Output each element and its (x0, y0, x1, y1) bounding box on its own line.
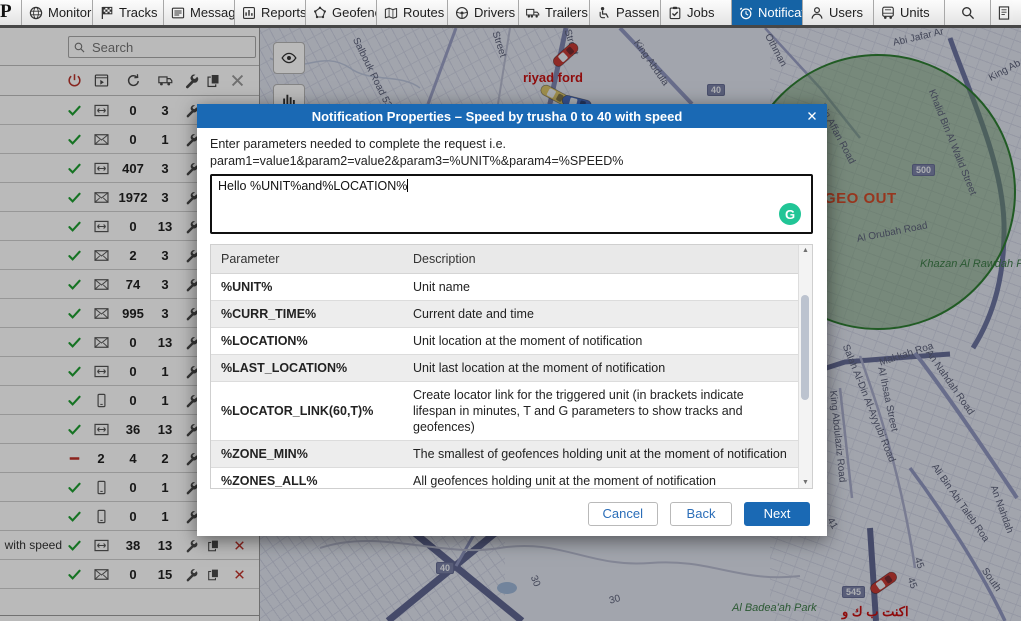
close-button[interactable] (797, 110, 827, 122)
scrollbar-thumb[interactable] (801, 295, 809, 400)
tab-label: Reports (261, 5, 306, 20)
parameter-row[interactable]: %UNIT%Unit name (211, 274, 799, 301)
parameters-table: Parameter Description %UNIT%Unit name%CU… (210, 244, 813, 489)
search-icon (960, 5, 976, 21)
tab-label: Geofences (332, 5, 377, 20)
textarea-value: Hello %UNIT%and%LOCATION% (218, 179, 407, 193)
tab-tracks[interactable]: Tracks (93, 0, 164, 25)
flag-icon (99, 5, 115, 21)
tab-label: Routes (403, 5, 444, 20)
tab-label: Monitor (48, 5, 91, 20)
parameter-description: Create locator link for the triggered un… (403, 382, 799, 441)
tab-users[interactable]: Users (803, 0, 874, 25)
tab-jobs[interactable]: Jobs (661, 0, 732, 25)
bus-icon (880, 5, 896, 21)
parameter-description: Current date and time (403, 301, 799, 328)
modal-title: Notification Properties – Speed by trush… (197, 109, 797, 124)
tab-notifications[interactable]: Notifications (732, 0, 803, 25)
document-icon (997, 5, 1013, 21)
scroll-down-icon[interactable]: ▼ (799, 479, 812, 486)
tab-drivers[interactable]: Drivers (448, 0, 519, 25)
parameter-row[interactable]: %LOCATOR_LINK(60,T)%Create locator link … (211, 382, 799, 441)
instructions-line-1: Enter parameters needed to complete the … (210, 136, 813, 153)
tab-label: Tracks (119, 5, 158, 20)
nav-tabs: Monitor Tracks Messages Reports Geofences Rou… (22, 0, 945, 25)
report-icon (241, 5, 257, 21)
tab-label: Messages (190, 5, 235, 20)
next-button[interactable]: Next (744, 502, 810, 526)
msg-icon (170, 5, 186, 21)
alarm-icon (738, 5, 754, 21)
trailer-icon (525, 5, 541, 21)
notification-properties-modal: Notification Properties – Speed by trush… (197, 104, 827, 536)
pass-icon (596, 5, 612, 21)
tab-reports[interactable]: Reports (235, 0, 306, 25)
parameter-name: %LAST_LOCATION% (211, 355, 403, 382)
parameter-row[interactable]: %ZONES_ALL%All geofences holding unit at… (211, 468, 799, 490)
tab-monitor[interactable]: Monitor (22, 0, 93, 25)
top-navbar: P Monitor Tracks Messages Reports Geofences R… (0, 0, 1021, 28)
parameter-name: %UNIT% (211, 274, 403, 301)
steer-icon (454, 5, 470, 21)
jobs-icon (667, 5, 683, 21)
route-icon (383, 5, 399, 21)
close-icon (806, 110, 818, 122)
parameter-description: Unit location at the moment of notificat… (403, 328, 799, 355)
parameter-name: %CURR_TIME% (211, 301, 403, 328)
tab-label: Users (829, 5, 863, 20)
tab-label: Jobs (687, 5, 714, 20)
tab-trailers[interactable]: Trailers (519, 0, 590, 25)
tab-label: Passengers (616, 5, 661, 20)
parameter-name: %LOCATOR_LINK(60,T)% (211, 382, 403, 441)
tab-label: Notifications (758, 5, 803, 20)
parameter-row[interactable]: %LAST_LOCATION%Unit last location at the… (211, 355, 799, 382)
parameter-name: %LOCATION% (211, 328, 403, 355)
tab-geofences[interactable]: Geofences (306, 0, 377, 25)
column-description: Description (403, 245, 799, 274)
parameter-description: All geofences holding unit at the moment… (403, 468, 799, 490)
tab-label: Units (900, 5, 930, 20)
modal-footer: Cancel Back Next (197, 491, 827, 536)
parameter-row[interactable]: %CURR_TIME%Current date and time (211, 301, 799, 328)
text-caret (407, 179, 408, 192)
modal-body: Enter parameters needed to complete the … (197, 128, 827, 491)
tab-label: Trailers (545, 5, 588, 20)
modal-header: Notification Properties – Speed by trush… (197, 104, 827, 128)
tab-label: Drivers (474, 5, 515, 20)
table-scrollbar[interactable]: ▲ ▼ (798, 245, 812, 488)
cancel-button[interactable]: Cancel (588, 502, 658, 526)
message-textarea[interactable]: Hello %UNIT%and%LOCATION% G (210, 174, 813, 234)
parameter-description: The smallest of geofences holding unit a… (403, 441, 799, 468)
tab-partial[interactable] (991, 0, 1013, 25)
tab-routes[interactable]: Routes (377, 0, 448, 25)
back-button[interactable]: Back (670, 502, 732, 526)
tab-units[interactable]: Units (874, 0, 945, 25)
parameter-name: %ZONES_ALL% (211, 468, 403, 490)
workspace: 0301407319723013237439953013010136132420… (0, 28, 1021, 621)
table-header-row: Parameter Description (211, 245, 799, 274)
parameter-description: Unit last location at the moment of noti… (403, 355, 799, 382)
tab-messages[interactable]: Messages (164, 0, 235, 25)
parameter-row[interactable]: %ZONE_MIN%The smallest of geofences hold… (211, 441, 799, 468)
parameter-name: %ZONE_MIN% (211, 441, 403, 468)
column-parameter: Parameter (211, 245, 403, 274)
tab-search[interactable] (945, 0, 991, 25)
scroll-up-icon[interactable]: ▲ (799, 247, 812, 254)
grammarly-badge[interactable]: G (779, 203, 801, 225)
instructions-line-2: param1=value1&param2=value2&param3=%UNIT… (210, 153, 813, 170)
parameter-description: Unit name (403, 274, 799, 301)
app-root: P Monitor Tracks Messages Reports Geofences R… (0, 0, 1021, 28)
user-icon (809, 5, 825, 21)
tab-passengers[interactable]: Passengers (590, 0, 661, 25)
app-logo: P (0, 0, 22, 25)
parameter-row[interactable]: %LOCATION%Unit location at the moment of… (211, 328, 799, 355)
globe-icon (28, 5, 44, 21)
geo-icon (312, 5, 328, 21)
